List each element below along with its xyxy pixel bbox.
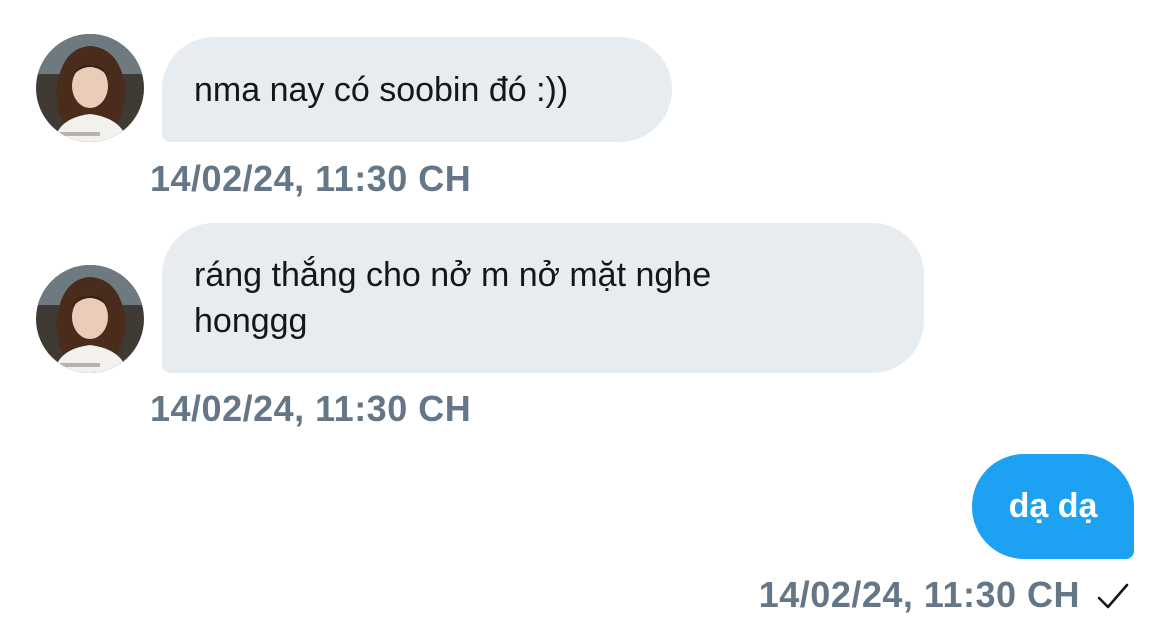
conversation-thread: nma nay có soobin đó :)) 14/02/24, 11:30… (0, 0, 1170, 640)
message-timestamp: 14/02/24, 11:30 CH (150, 158, 472, 199)
sender-avatar[interactable] (36, 34, 144, 142)
checkmark-icon (1097, 583, 1129, 609)
message-bubble-incoming[interactable]: ráng thắng cho nở m nở mặt nghe honggg (162, 223, 924, 373)
sender-avatar[interactable] (36, 265, 144, 373)
message-text: dạ dạ (1008, 487, 1098, 525)
message-timestamp: 14/02/24, 11:30 CH (758, 574, 1080, 615)
avatar-image (36, 265, 144, 373)
avatar-image (36, 34, 144, 142)
message-timestamp: 14/02/24, 11:30 CH (150, 388, 472, 429)
message-bubble-incoming[interactable]: nma nay có soobin đó :)) (162, 37, 672, 142)
message-text: nma nay có soobin đó :)) (194, 70, 569, 109)
message-text: ráng thắng cho nở m nở mặt nghe honggg (194, 256, 712, 340)
message-bubble-outgoing[interactable]: dạ dạ (972, 454, 1134, 559)
